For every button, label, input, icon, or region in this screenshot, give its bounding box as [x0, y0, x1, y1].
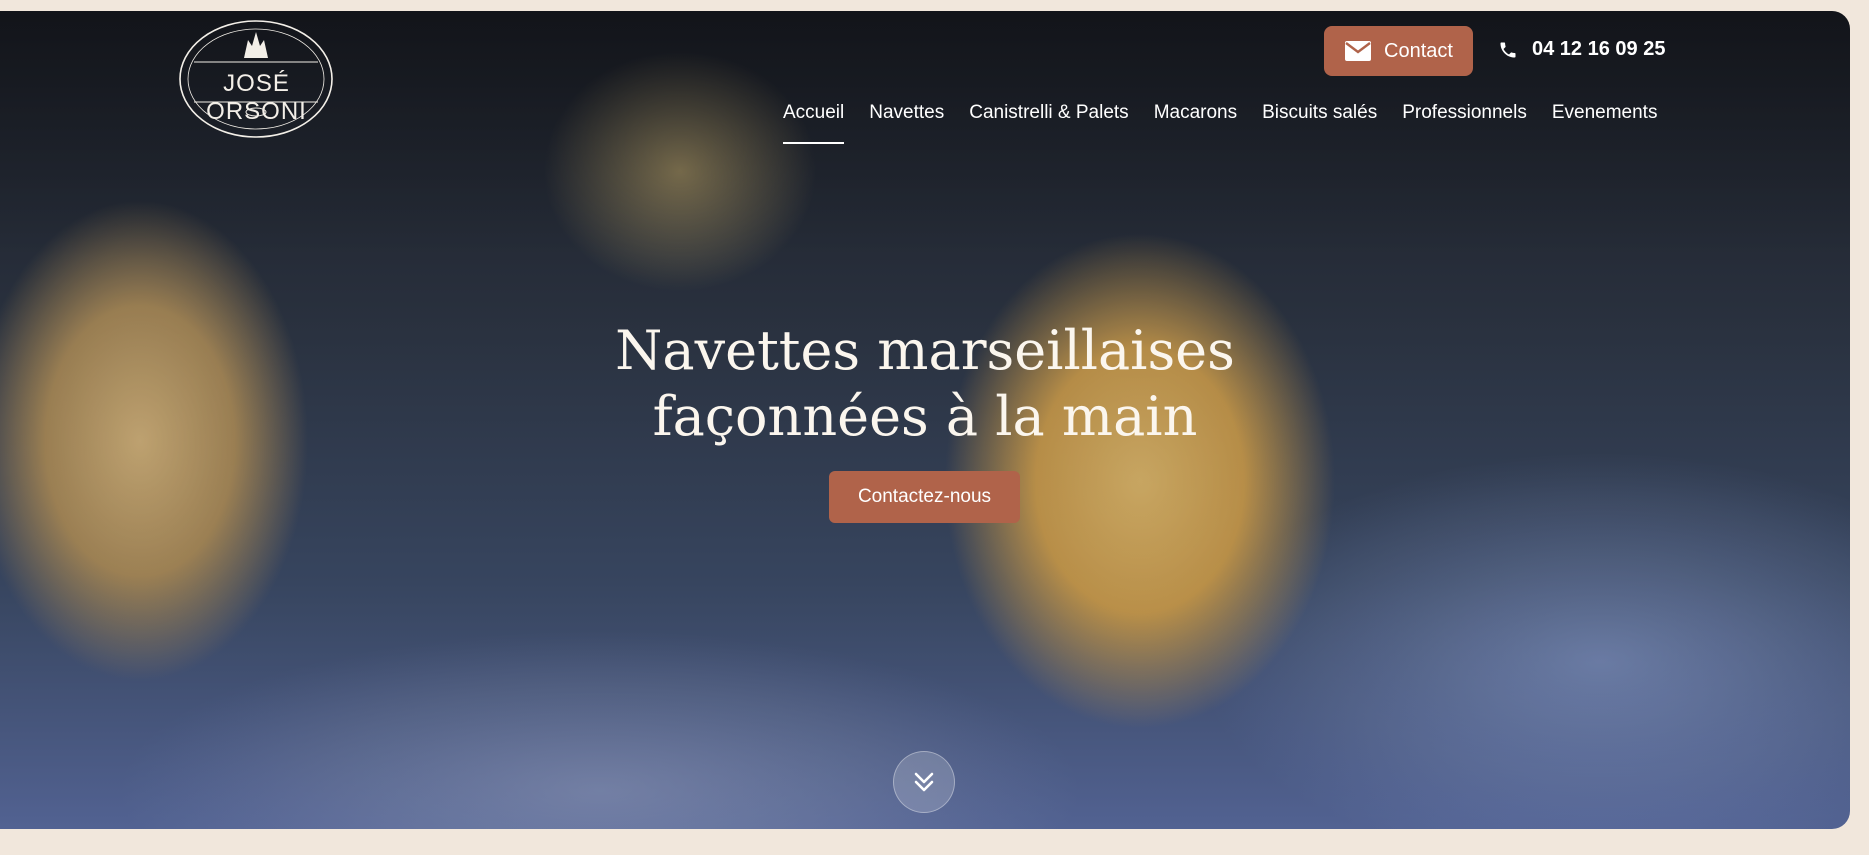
hero-title-line1: Navettes marseillaises — [615, 319, 1235, 382]
nav-item-canistrelli-palets[interactable]: Canistrelli & Palets — [969, 102, 1128, 144]
scroll-down-button[interactable] — [893, 751, 955, 813]
nav-item-professionnels[interactable]: Professionnels — [1402, 102, 1527, 144]
main-nav: Accueil Navettes Canistrelli & Palets Ma… — [783, 102, 1657, 144]
nav-item-navettes[interactable]: Navettes — [869, 102, 944, 144]
contact-button-label: Contact — [1384, 39, 1453, 62]
brand-name: JOSÉ ORSONI — [206, 70, 307, 125]
hero-title: Navettes marseillaises façonnées à la ma… — [0, 318, 1850, 450]
phone-link[interactable]: 04 12 16 09 25 — [1498, 38, 1665, 61]
envelope-icon — [1345, 41, 1372, 61]
double-chevron-down-icon — [914, 772, 934, 792]
brand-logo[interactable]: JOSÉ ORSONI — [174, 18, 339, 140]
contact-us-button[interactable]: Contactez-nous — [829, 471, 1020, 523]
phone-icon — [1500, 42, 1516, 57]
nav-item-macarons[interactable]: Macarons — [1154, 102, 1237, 144]
nav-item-evenements[interactable]: Evenements — [1552, 102, 1658, 144]
nav-item-biscuits-sales[interactable]: Biscuits salés — [1262, 102, 1377, 144]
contact-button[interactable]: Contact — [1324, 26, 1473, 76]
phone-number: 04 12 16 09 25 — [1532, 38, 1666, 60]
nav-item-accueil[interactable]: Accueil — [783, 102, 845, 144]
hero-title-line2: façonnées à la main — [652, 385, 1198, 448]
